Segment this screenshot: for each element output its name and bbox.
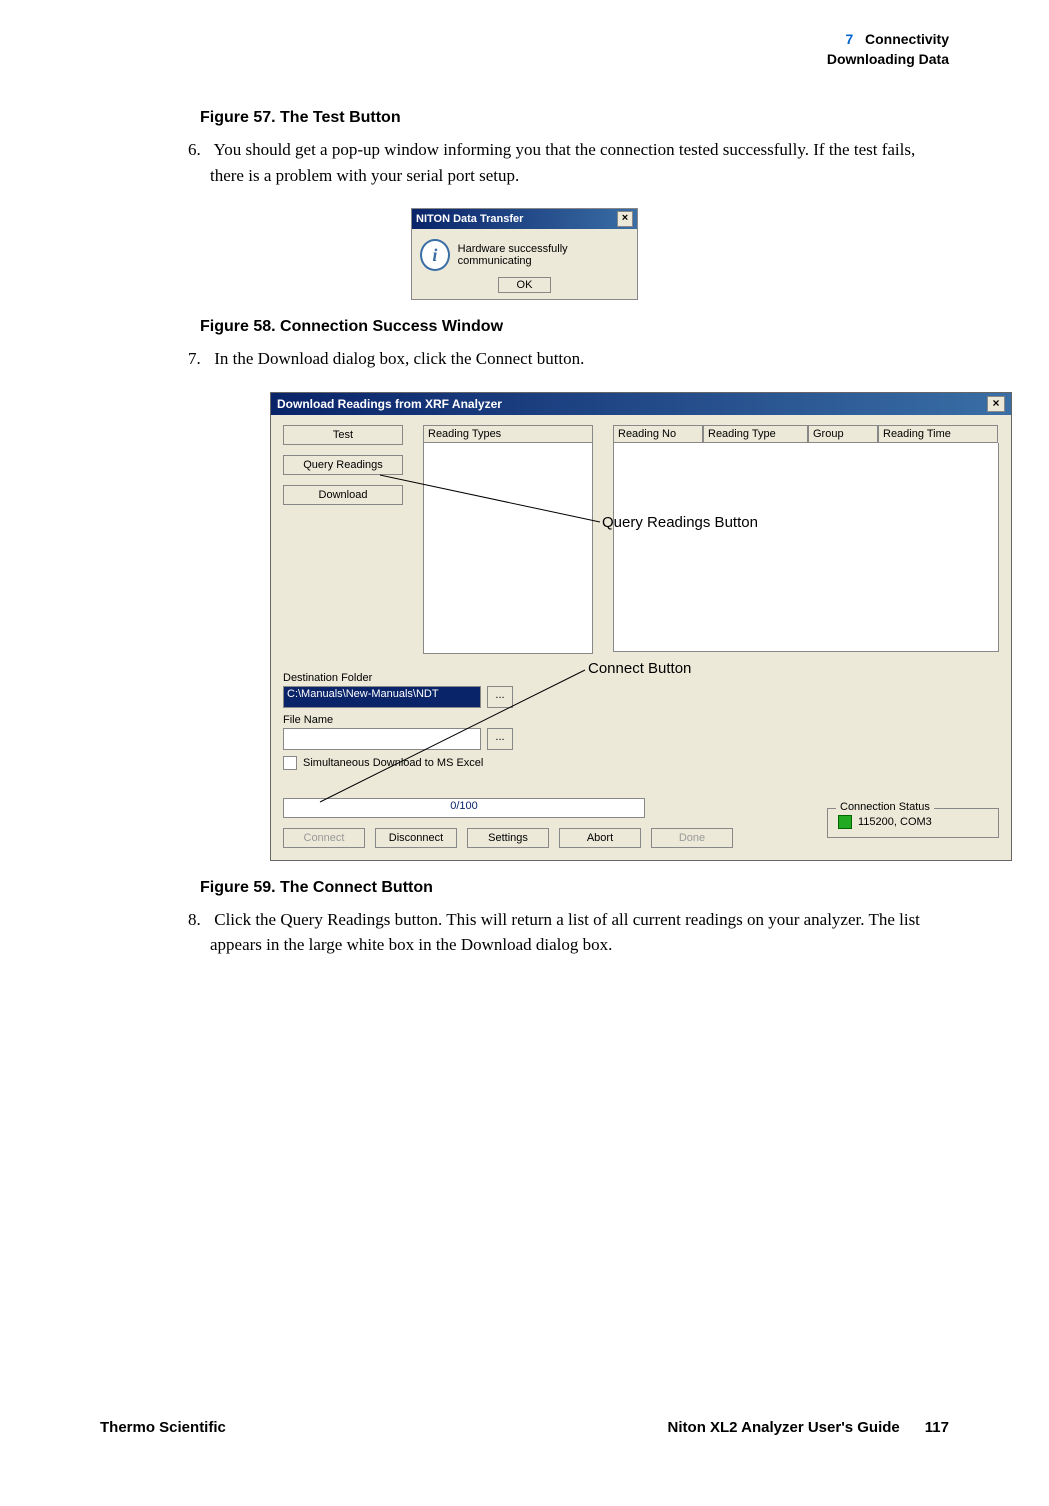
download-dialog: Download Readings from XRF Analyzer × Te… (270, 392, 1012, 861)
file-name-input[interactable] (283, 728, 481, 750)
readings-table[interactable] (613, 443, 999, 652)
step-6-number: 6. (188, 137, 210, 163)
connection-status-box: Connection Status 115200, COM3 (827, 808, 999, 838)
simultaneous-download-label: Simultaneous Download to MS Excel (303, 757, 483, 769)
footer-left: Thermo Scientific (100, 1419, 226, 1436)
download-button[interactable]: Download (283, 485, 403, 505)
step-7-number: 7. (188, 346, 210, 372)
close-icon[interactable]: × (987, 396, 1005, 412)
settings-button[interactable]: Settings (467, 828, 549, 848)
connection-status-label: Connection Status (836, 801, 934, 813)
simultaneous-download-checkbox[interactable] (283, 756, 297, 770)
page-header: 7 Connectivity Downloading Data (100, 30, 949, 69)
destination-folder-input[interactable]: C:\Manuals\New-Manuals\NDT (283, 686, 481, 708)
destination-folder-label: Destination Folder (283, 672, 999, 684)
step-8-number: 8. (188, 907, 210, 933)
footer-page-number: 117 (925, 1419, 949, 1436)
step-8-text: Click the Query Readings button. This wi… (210, 910, 920, 955)
figure-59-caption: Figure 59. The Connect Button (200, 879, 949, 897)
popup-title-text: NITON Data Transfer (416, 213, 523, 225)
dialog-titlebar: Download Readings from XRF Analyzer × (271, 393, 1011, 415)
figure-58-caption: Figure 58. Connection Success Window (200, 318, 949, 336)
chapter-number: 7 (846, 31, 854, 47)
step-6-text: You should get a pop-up window informing… (210, 140, 915, 185)
progress-text: 0/100 (284, 800, 644, 812)
section-title: Downloading Data (100, 50, 949, 70)
close-icon[interactable]: × (617, 211, 633, 227)
ok-button[interactable]: OK (498, 277, 552, 293)
abort-button[interactable]: Abort (559, 828, 641, 848)
figure-57-caption: Figure 57. The Test Button (200, 109, 949, 127)
chapter-title: Connectivity (865, 31, 949, 47)
done-button[interactable]: Done (651, 828, 733, 848)
footer-guide-title: Niton XL2 Analyzer User's Guide (668, 1419, 900, 1436)
popup-message: Hardware successfully communicating (458, 243, 629, 267)
col-group[interactable]: Group (808, 425, 878, 443)
file-name-label: File Name (283, 714, 999, 726)
connection-status-value: 115200, COM3 (858, 816, 932, 828)
progress-bar: 0/100 (283, 798, 645, 818)
browse-file-button[interactable]: ... (487, 728, 513, 750)
info-icon: i (420, 239, 450, 271)
step-7: 7. In the Download dialog box, click the… (210, 346, 949, 372)
browse-folder-button[interactable]: ... (487, 686, 513, 708)
reading-types-list[interactable] (423, 443, 593, 654)
connect-button[interactable]: Connect (283, 828, 365, 848)
page-footer: Thermo Scientific Niton XL2 Analyzer Use… (100, 1419, 949, 1436)
step-8: 8. Click the Query Readings button. This… (210, 907, 949, 958)
step-7-text: In the Download dialog box, click the Co… (214, 349, 584, 368)
step-6: 6. You should get a pop-up window inform… (210, 137, 949, 188)
col-reading-no[interactable]: Reading No (613, 425, 703, 443)
col-reading-type[interactable]: Reading Type (703, 425, 808, 443)
disconnect-button[interactable]: Disconnect (375, 828, 457, 848)
col-reading-time[interactable]: Reading Time (878, 425, 998, 443)
reading-types-header: Reading Types (423, 425, 593, 443)
query-readings-button[interactable]: Query Readings (283, 455, 403, 475)
test-button[interactable]: Test (283, 425, 403, 445)
connection-led-icon (838, 815, 852, 829)
connection-success-popup: NITON Data Transfer × i Hardware success… (411, 208, 638, 300)
popup-titlebar: NITON Data Transfer × (412, 209, 637, 229)
dialog-title-text: Download Readings from XRF Analyzer (277, 397, 502, 411)
